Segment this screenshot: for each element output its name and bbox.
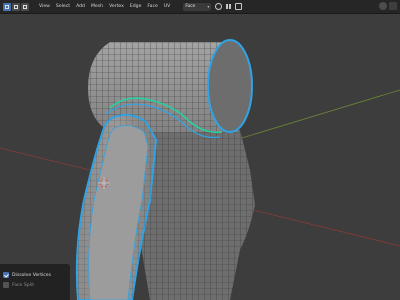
transform-pivot-icon[interactable]: [215, 3, 223, 10]
option-face-split[interactable]: Face Split: [3, 280, 70, 290]
face-split-checkbox[interactable]: [3, 282, 9, 288]
menu-face[interactable]: Face: [144, 0, 160, 13]
viewport-header: View Select Add Mesh Vertex Edge Face UV…: [0, 0, 400, 14]
3d-viewport[interactable]: [0, 14, 400, 300]
option-dissolve-vertices[interactable]: Dissolve Vertices: [3, 270, 70, 280]
dissolve-vertices-label: Dissolve Vertices: [12, 272, 52, 278]
menu-edge[interactable]: Edge: [127, 0, 145, 13]
menu-vertex[interactable]: Vertex: [106, 0, 127, 13]
select-mode-value: Face: [185, 4, 196, 9]
select-mode-group: [3, 2, 30, 11]
mesh-side-wire: [140, 120, 255, 300]
proportional-edit-icon[interactable]: [235, 3, 243, 10]
header-right-icons: [377, 2, 397, 10]
tool-settings: [215, 3, 245, 10]
face-mode-icon[interactable]: [21, 2, 29, 11]
operator-panel: Dissolve Vertices Face Split: [0, 264, 70, 300]
menu-add[interactable]: Add: [73, 0, 88, 13]
viewport-overlay-icon[interactable]: [379, 2, 387, 10]
face-split-label: Face Split: [12, 282, 35, 288]
menu-mesh[interactable]: Mesh: [88, 0, 106, 13]
menu-select[interactable]: Select: [53, 0, 73, 13]
header-menu: View Select Add Mesh Vertex Edge Face UV: [36, 0, 173, 13]
chevron-down-icon: ▾: [207, 4, 210, 9]
menu-view[interactable]: View: [36, 0, 53, 13]
vertex-mode-icon[interactable]: [3, 2, 11, 11]
select-mode-dropdown[interactable]: Face ▾: [183, 2, 212, 11]
menu-uv[interactable]: UV: [161, 0, 174, 13]
snap-icon[interactable]: [225, 3, 232, 10]
cylinder-cap-face: [207, 39, 253, 133]
dissolve-vertices-checkbox[interactable]: [3, 272, 9, 278]
edge-mode-icon[interactable]: [12, 2, 20, 11]
shading-icon[interactable]: [389, 2, 397, 10]
